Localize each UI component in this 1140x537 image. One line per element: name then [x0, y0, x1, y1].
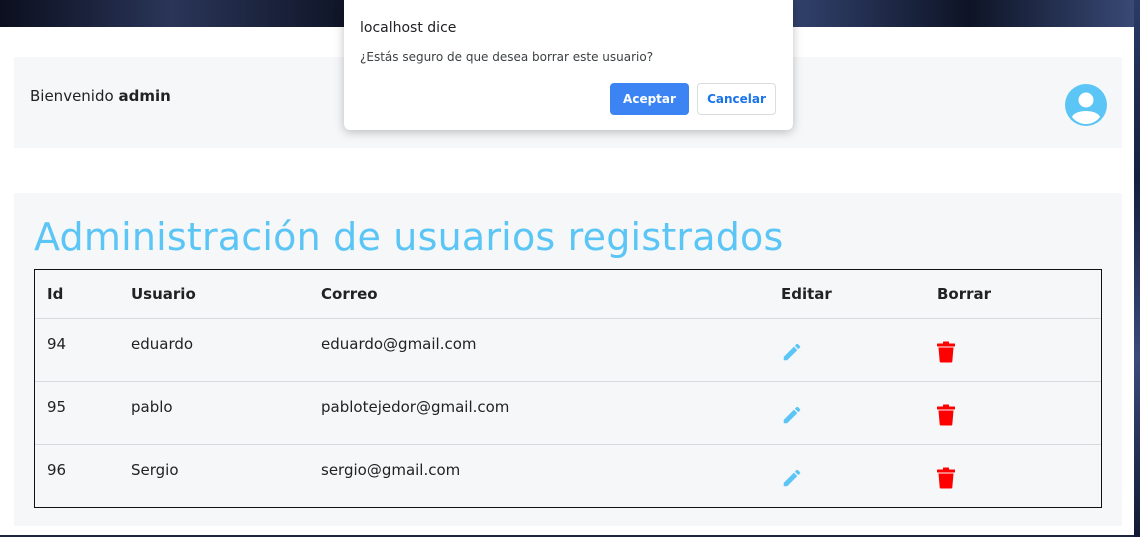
cell-id: 96	[47, 461, 67, 479]
cell-usuario: pablo	[131, 398, 173, 416]
table-row: 94 eduardo eduardo@gmail.com	[35, 318, 1101, 381]
trash-icon[interactable]	[937, 467, 955, 489]
cell-usuario: eduardo	[131, 335, 194, 353]
trash-icon[interactable]	[937, 341, 955, 363]
column-header-borrar: Borrar	[937, 285, 992, 303]
delete-cell	[937, 319, 1097, 367]
delete-cell	[937, 382, 1097, 430]
column-header-correo: Correo	[321, 285, 378, 303]
cell-id: 94	[47, 335, 67, 353]
table-row: 95 pablo pablotejedor@gmail.com	[35, 381, 1101, 444]
table-row: 96 Sergio sergio@gmail.com	[35, 444, 1101, 507]
background-image-edge	[1134, 0, 1140, 537]
pencil-icon[interactable]	[781, 404, 803, 426]
edit-cell	[781, 445, 937, 493]
cell-correo: eduardo@gmail.com	[321, 335, 477, 353]
welcome-prefix: Bienvenido	[30, 87, 114, 105]
pencil-icon[interactable]	[781, 467, 803, 489]
column-header-editar: Editar	[781, 285, 832, 303]
trash-icon[interactable]	[937, 404, 955, 426]
edit-cell	[781, 319, 937, 367]
cell-correo: pablotejedor@gmail.com	[321, 398, 510, 416]
dialog-message: ¿Estás seguro de que desea borrar este u…	[360, 50, 654, 64]
dialog-title: localhost dice	[360, 20, 457, 36]
welcome-username: admin	[118, 87, 171, 105]
users-panel: Administración de usuarios registrados I…	[14, 193, 1122, 526]
column-header-id: Id	[47, 285, 64, 303]
confirm-dialog: localhost dice ¿Estás seguro de que dese…	[344, 0, 793, 130]
accept-button[interactable]: Aceptar	[610, 83, 689, 115]
welcome-message: Bienvenido admin	[30, 87, 171, 105]
delete-cell	[937, 445, 1097, 493]
cell-correo: sergio@gmail.com	[321, 461, 461, 479]
user-circle-icon[interactable]	[1065, 84, 1107, 126]
page-title: Administración de usuarios registrados	[34, 215, 784, 259]
column-header-usuario: Usuario	[131, 285, 196, 303]
cell-id: 95	[47, 398, 67, 416]
table-header-row: Id Usuario Correo Editar Borrar	[35, 270, 1101, 318]
pencil-icon[interactable]	[781, 341, 803, 363]
edit-cell	[781, 382, 937, 430]
users-table: Id Usuario Correo Editar Borrar 94 eduar…	[34, 269, 1102, 508]
cancel-button[interactable]: Cancelar	[697, 83, 776, 115]
cell-usuario: Sergio	[131, 461, 179, 479]
